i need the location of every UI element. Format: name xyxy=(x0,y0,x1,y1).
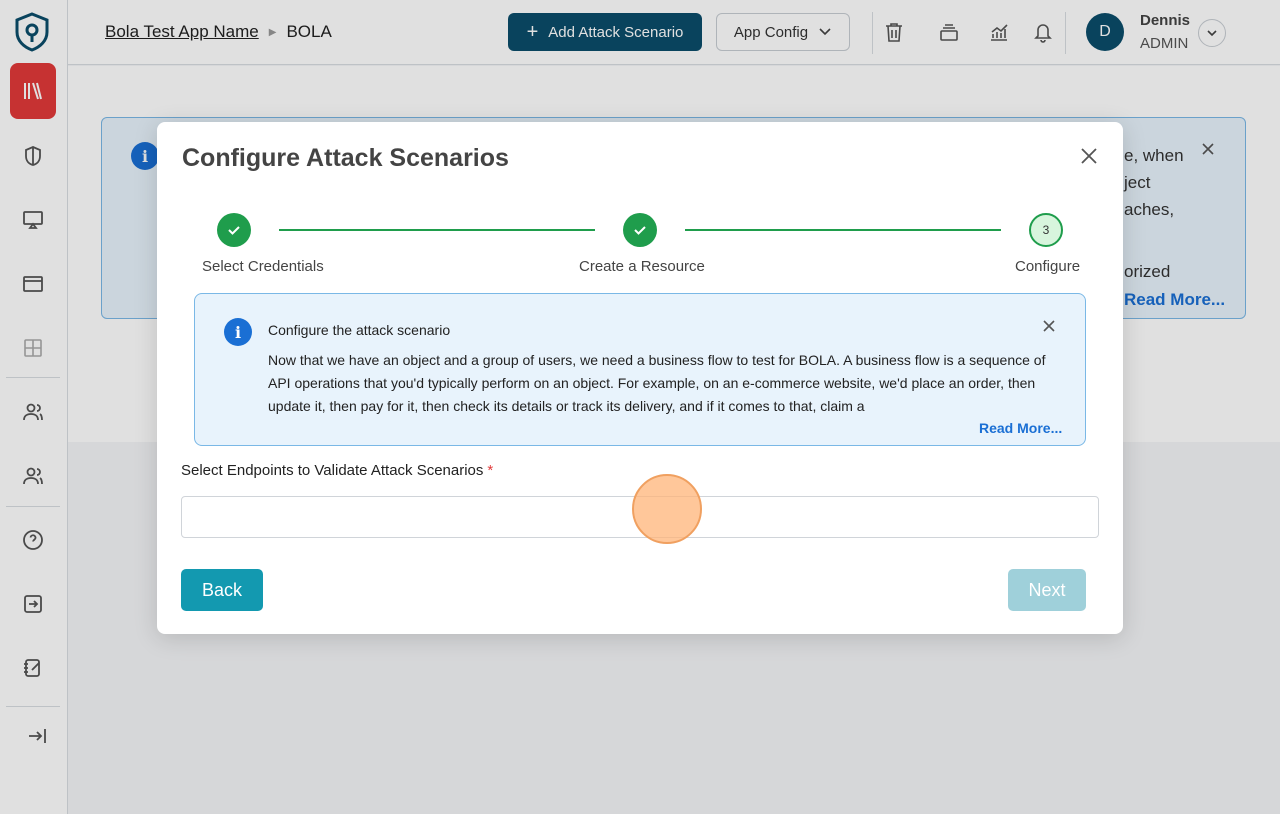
endpoints-field-label-text: Select Endpoints to Validate Attack Scen… xyxy=(181,462,484,479)
configure-attack-scenarios-modal: Configure Attack Scenarios 3 Select Cred… xyxy=(157,122,1123,634)
next-button[interactable]: Next xyxy=(1008,569,1086,611)
endpoints-field-label: Select Endpoints to Validate Attack Scen… xyxy=(181,462,493,479)
step-1-indicator xyxy=(217,213,251,247)
check-icon xyxy=(634,226,646,235)
step-connector xyxy=(685,229,1001,231)
info-body: Now that we have an object and a group o… xyxy=(268,352,1046,414)
info-close-button[interactable] xyxy=(1041,318,1057,334)
click-indicator xyxy=(632,474,702,544)
read-more-link[interactable]: Read More... xyxy=(979,420,1062,436)
step-2-label: Create a Resource xyxy=(579,258,705,275)
step-3-label: Configure xyxy=(1015,258,1081,275)
info-icon: i xyxy=(224,318,252,346)
required-mark: * xyxy=(487,462,494,479)
back-button[interactable]: Back xyxy=(181,569,263,611)
info-title: Configure the attack scenario xyxy=(268,322,451,338)
step-1-label: Select Credentials xyxy=(202,258,324,275)
close-icon xyxy=(1081,148,1097,164)
close-icon xyxy=(1043,320,1055,332)
step-3-indicator: 3 xyxy=(1029,213,1063,247)
modal-title: Configure Attack Scenarios xyxy=(182,144,509,172)
info-callout: i Configure the attack scenario Now that… xyxy=(194,293,1086,446)
check-icon xyxy=(228,226,240,235)
modal-close-button[interactable] xyxy=(1079,146,1099,166)
step-2-indicator xyxy=(623,213,657,247)
step-connector xyxy=(279,229,595,231)
